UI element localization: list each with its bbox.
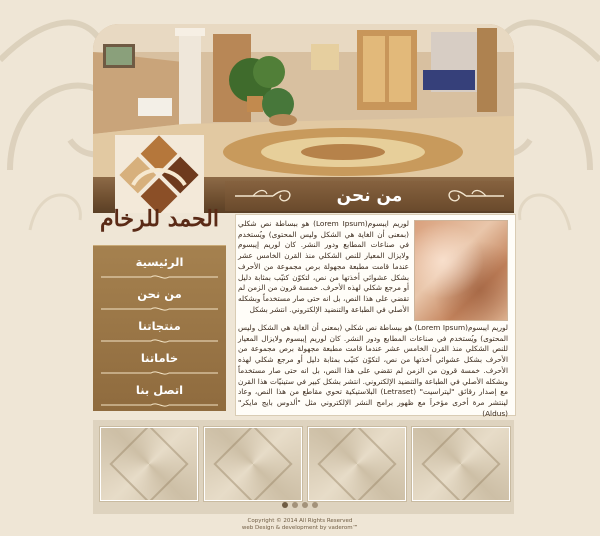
- gallery-thumbnail[interactable]: [412, 427, 510, 501]
- logo-mark-icon: [115, 135, 204, 215]
- menu-item-label: منتجاتنا: [138, 319, 181, 333]
- gallery-thumbnail[interactable]: [308, 427, 406, 501]
- gallery-thumbnail[interactable]: [100, 427, 198, 501]
- pagination-dot[interactable]: [292, 502, 298, 508]
- menu-item-materials[interactable]: خاماتنا: [93, 342, 226, 375]
- footer-copyright: Copyright © 2014 All Rights Reserved: [247, 518, 353, 524]
- flourish-left-icon: [235, 189, 291, 202]
- gallery-thumbnail[interactable]: [204, 427, 302, 501]
- footer: Copyright © 2014 All Rights Reserved web…: [0, 518, 600, 532]
- menu-item-label: من نحن: [137, 287, 182, 301]
- logo-text: الحمد للرخام: [100, 206, 220, 232]
- pagination-dot[interactable]: [302, 502, 308, 508]
- menu-item-label: الرئيسية: [135, 255, 184, 269]
- menu-item-contact[interactable]: اتصل بنا: [93, 374, 226, 407]
- menu-item-about[interactable]: من نحن: [93, 278, 226, 311]
- footer-credit: web Design & development by vaderom™: [241, 525, 359, 531]
- menu-item-home[interactable]: الرئيسية: [93, 246, 226, 279]
- pagination-dot[interactable]: [312, 502, 318, 508]
- menu-separator-icon: [101, 403, 218, 407]
- flourish-right-icon: [448, 189, 504, 202]
- pagination-dot[interactable]: [282, 502, 288, 508]
- menu-item-products[interactable]: منتجاتنا: [93, 310, 226, 343]
- section-header: من نحن: [225, 181, 514, 211]
- marble-sample-image: [414, 220, 508, 321]
- content-paragraph-1: لوريم ايبسوم(Lorem Ipsum) هو ببساطة نص ش…: [238, 219, 409, 314]
- main-menu: الرئيسية من نحن منتجاتنا خاماتنا اتصل بن…: [93, 245, 226, 411]
- menu-item-label: اتصل بنا: [135, 383, 184, 397]
- menu-item-label: خاماتنا: [140, 351, 179, 365]
- gallery-pagination: [282, 502, 318, 508]
- section-title: من نحن: [336, 186, 403, 206]
- content-paragraph-2: لوريم ايبسوم(Lorem Ipsum) هو ببساطة نص ش…: [238, 323, 509, 418]
